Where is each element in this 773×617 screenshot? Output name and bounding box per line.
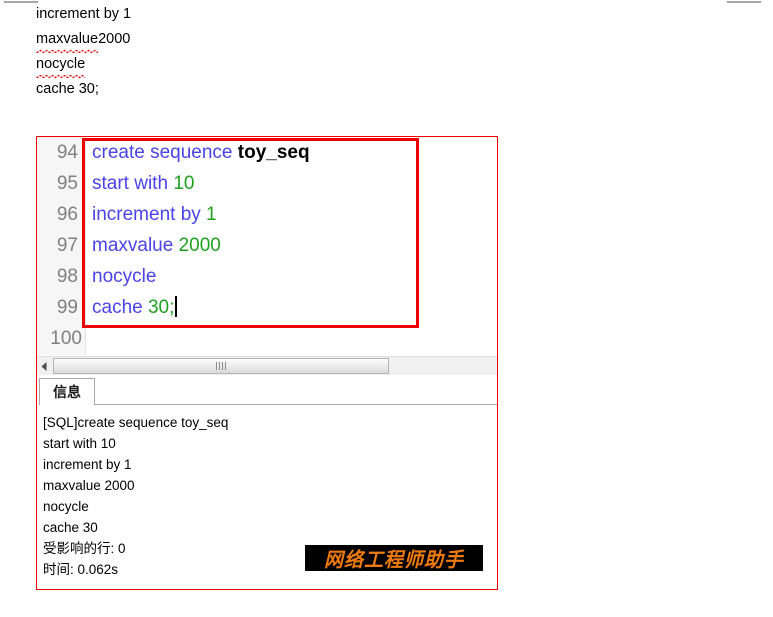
line-number: 100 [50, 328, 82, 349]
triangle-left-icon[interactable] [37, 357, 51, 375]
tab-message[interactable]: 信息 [39, 378, 95, 405]
code-line[interactable]: cache 30; [86, 292, 497, 323]
code-token-number: 1 [206, 204, 217, 225]
results-tabstrip[interactable]: 信息 [37, 378, 497, 405]
code-token-keyword: maxvalue [92, 235, 179, 256]
misspelled-word: nocycle [36, 52, 86, 78]
code-line[interactable]: start with 10 [86, 168, 497, 199]
code-token-number: 30 [147, 297, 170, 318]
code-line[interactable]: create sequence toy_seq [86, 137, 497, 168]
watermark-logo-text: 网络工程师助手 [323, 548, 464, 571]
line-number: 96 [56, 204, 78, 225]
line-number: 97 [56, 235, 78, 256]
document-text-block: increment by 1 maxvalue 2000 nocycle cache … [36, 2, 456, 102]
document-text-line: nocycle [36, 52, 456, 78]
cropped-toolbar-strip-left [4, 1, 38, 3]
annotation-rectangle-outer: 94 95 96 97 98 99 100 create sequence toy_seq s… [36, 136, 498, 590]
document-word: cache 30; [36, 81, 99, 97]
horizontal-scrollbar[interactable] [37, 356, 497, 375]
line-number: 94 [56, 142, 78, 163]
document-text-line: cache 30; [36, 77, 456, 102]
code-token-identifier: toy_seq [237, 142, 310, 163]
document-word: 2000 [98, 31, 131, 47]
scrollbar-grip-icon [215, 362, 227, 370]
code-token-number: ; [169, 297, 175, 318]
output-log-line: [SQL]create sequence toy_seq [43, 415, 229, 430]
code-token-keyword: start with [92, 173, 174, 194]
watermark-logo: 网络工程师助手 [305, 545, 483, 571]
cropped-toolbar-strip-right [727, 1, 761, 3]
line-number: 95 [56, 173, 78, 194]
document-text-line: maxvalue 2000 [36, 27, 456, 53]
scrollbar-thumb[interactable] [53, 358, 389, 374]
code-token-keyword: nocycle [92, 266, 157, 287]
sql-code-editor[interactable]: 94 95 96 97 98 99 100 create sequence toy_seq s… [37, 137, 497, 355]
output-log-line: nocycle [43, 499, 89, 514]
code-line[interactable]: nocycle [86, 261, 497, 292]
line-number-gutter: 94 95 96 97 98 99 100 [37, 137, 86, 355]
output-log-line: cache 30 [43, 520, 98, 535]
output-log-line: increment by 1 [43, 457, 132, 472]
document-text-line: increment by 1 [36, 2, 456, 27]
code-token-keyword: cache [92, 297, 148, 318]
code-line[interactable]: increment by 1 [86, 199, 497, 230]
code-line[interactable]: maxvalue 2000 [86, 230, 497, 261]
line-number: 99 [56, 297, 78, 318]
text-caret [175, 296, 177, 317]
misspelled-word: maxvalue [36, 27, 99, 53]
code-token-keyword: create sequence [92, 142, 238, 163]
code-token-number: 10 [173, 173, 195, 194]
output-log-line: maxvalue 2000 [43, 478, 135, 493]
document-word: increment by 1 [36, 6, 132, 22]
output-log-line: start with 10 [43, 436, 116, 451]
code-text-area[interactable]: create sequence toy_seq start with 10 incr… [86, 137, 497, 355]
code-token-keyword: increment by [92, 204, 207, 225]
line-number: 98 [56, 266, 78, 287]
code-token-number: 2000 [178, 235, 221, 256]
